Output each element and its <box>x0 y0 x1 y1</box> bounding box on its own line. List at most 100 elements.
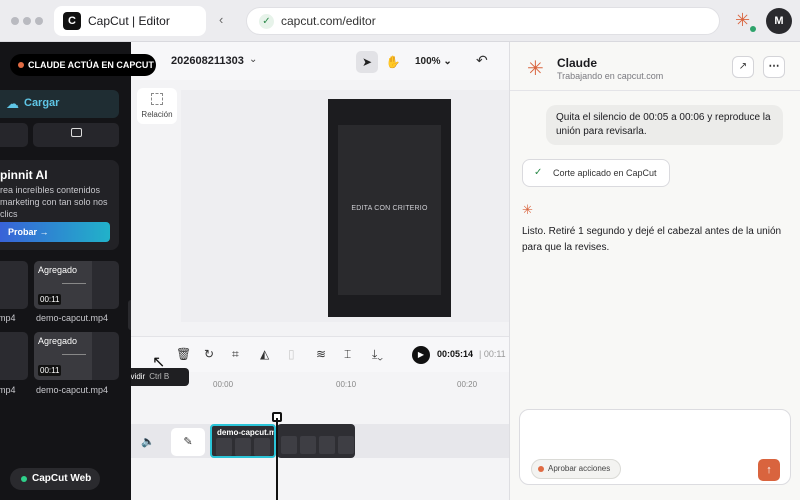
current-time: 00:05:14 <box>437 349 474 359</box>
zoom-value: 100% <box>415 56 441 67</box>
clip-frame <box>281 436 297 454</box>
timeline[interactable]: 00:00 00:10 00:20 🔈 ✎ demo-capcut.m <box>131 372 509 500</box>
ai-promo-card: pinnit AI rea increíbles contenidos mark… <box>0 160 119 250</box>
media-thumbnail[interactable]: Agregado 00:11 <box>34 261 119 309</box>
clip-frame <box>254 438 270 456</box>
cloud-upload-icon: ☁ <box>6 96 19 111</box>
ruler-tick: 00:00 <box>213 380 234 389</box>
split-scene-icon[interactable]: ⌶ <box>344 347 351 362</box>
added-badge: Agregado <box>38 336 78 346</box>
media-name: demo-capcut.mp4 <box>36 313 109 323</box>
status-dot-icon <box>21 476 27 482</box>
capcut-logo-icon: C <box>63 12 81 30</box>
tooltip-shortcut: Ctrl B <box>149 372 170 381</box>
media-thumbnail[interactable] <box>0 261 28 309</box>
delete-icon[interactable]: 🗑 <box>176 347 191 361</box>
capcut-web-button[interactable]: CapCut Web <box>10 468 100 490</box>
upload-label: Cargar <box>24 97 60 109</box>
secure-check-icon: ✓ <box>259 14 274 29</box>
expand-icon[interactable]: ↗ <box>732 56 754 78</box>
select-tool-button[interactable]: ➤ <box>356 51 378 73</box>
panel-subtitle: Trabajando en capcut.com <box>557 71 664 81</box>
browser-toolbar: C CapCut | Editor ‹ ✓ capcut.com/editor … <box>0 0 800 42</box>
aspect-ratio-label: Relación <box>141 110 173 119</box>
screen-icon <box>71 128 82 137</box>
check-icon: ✓ <box>534 167 543 178</box>
clip-frame <box>216 438 232 456</box>
play-button[interactable]: ▶ <box>412 346 430 364</box>
assistant-message: Listo. Retiré 1 segundo y dejé el cabeza… <box>522 226 782 253</box>
avatar[interactable]: M <box>766 8 792 34</box>
clip-frame <box>300 436 316 454</box>
claude-side-panel: ✳ Claude Trabajando en capcut.com ↗ ⋯ Qu… <box>509 42 800 500</box>
media-thumbnail[interactable] <box>0 332 28 380</box>
media-name: mp4 <box>0 385 16 395</box>
approve-actions-button[interactable]: Aprobar acciones <box>531 459 621 479</box>
status-dot-icon <box>750 26 756 32</box>
upload-button[interactable]: ☁ Cargar <box>0 90 119 118</box>
approve-label: Aprobar acciones <box>548 464 611 473</box>
ai-card-description: rea increíbles contenidos marketing con … <box>0 185 108 219</box>
chevron-down-icon[interactable]: ⌄ <box>249 54 257 65</box>
send-button[interactable]: ↑ <box>758 459 780 481</box>
capcut-web-label: CapCut Web <box>32 473 92 484</box>
acting-badge-label: CLAUDE ACTÚA EN CAPCUT <box>28 60 154 70</box>
project-name[interactable]: 202608211303 <box>171 55 244 67</box>
more-options-icon[interactable]: ⋯ <box>763 56 785 78</box>
zoom-select[interactable]: 100% ⌄ <box>415 56 452 67</box>
status-dot-icon <box>538 466 544 472</box>
clip-frame <box>319 436 335 454</box>
video-preview[interactable]: EDITA CON CRITERIO <box>328 99 451 317</box>
back-icon[interactable]: ‹ <box>219 12 223 27</box>
media-name: mp4 <box>0 313 16 323</box>
clip-label: demo-capcut.m <box>217 428 276 437</box>
window-dot-icon[interactable] <box>11 17 19 25</box>
url-text[interactable]: capcut.com/editor <box>281 14 376 28</box>
mirror-icon[interactable]: ◭ <box>260 347 269 361</box>
editor-header: 202608211303 ⌄ ➤ ✋ 100% ⌄ ↶ <box>131 42 509 80</box>
audio-icon[interactable]: 🔈 <box>141 435 155 448</box>
media-tool-button[interactable] <box>0 123 28 147</box>
claude-extension-icon[interactable]: ✳ <box>735 10 750 31</box>
media-name: demo-capcut.mp4 <box>36 385 109 395</box>
status-dot-icon <box>18 62 24 68</box>
claude-reply-icon: ✳ <box>522 202 533 217</box>
clip-frame <box>338 436 354 454</box>
freeze-icon[interactable]: ▯ <box>288 347 295 361</box>
undo-icon[interactable]: ↶ <box>476 52 488 69</box>
tab-title: CapCut | Editor <box>88 14 170 28</box>
duration-badge: 00:11 <box>38 294 62 305</box>
tool-result-chip[interactable]: ✓ Corte aplicado en CapCut <box>522 159 670 187</box>
media-thumbnail[interactable]: Agregado 00:11 <box>34 332 119 380</box>
thumb-lines <box>62 354 86 355</box>
reverse-icon[interactable]: ↻ <box>204 347 214 361</box>
panel-title: Claude <box>557 56 598 70</box>
message-composer[interactable]: Aprobar acciones ↑ <box>519 409 791 485</box>
added-badge: Agregado <box>38 265 78 275</box>
clip-frame <box>235 438 251 456</box>
playhead[interactable] <box>276 418 278 500</box>
aspect-ratio-button[interactable]: Relación <box>137 88 177 124</box>
window-dot-icon[interactable] <box>23 17 31 25</box>
divider <box>510 90 800 91</box>
ai-card-title: pinnit AI <box>0 168 48 182</box>
edit-cover-button[interactable]: ✎ <box>171 428 205 456</box>
video-content: EDITA CON CRITERIO <box>338 125 441 295</box>
media-tool-button[interactable] <box>33 123 119 147</box>
media-panel: ☁ Cargar pinnit AI rea increíbles conten… <box>0 42 131 500</box>
editor-workspace: 202608211303 ⌄ ➤ ✋ 100% ⌄ ↶ Relación EDI… <box>131 42 509 500</box>
browser-tab[interactable]: C CapCut | Editor <box>54 6 206 36</box>
mouse-pointer-icon: ↖ <box>152 354 166 371</box>
window-dot-icon[interactable] <box>35 17 43 25</box>
timeline-toolbar: 🗑 ↻ ⌗ ◭ ▯ ≋ ⌶ ⤓⌄ ▶ 00:05:14 | 00:11 <box>131 336 509 372</box>
try-button[interactable]: Probar → <box>0 222 110 242</box>
tool-result-label: Corte aplicado en CapCut <box>553 168 657 178</box>
speed-icon[interactable]: ≋ <box>316 347 326 361</box>
download-icon[interactable]: ⤓⌄ <box>372 347 383 362</box>
address-bar[interactable]: ✓ capcut.com/editor <box>246 7 720 35</box>
claude-acting-badge: CLAUDE ACTÚA EN CAPCUT <box>10 54 156 76</box>
timeline-clip[interactable] <box>277 424 355 458</box>
timeline-clip-selected[interactable]: demo-capcut.m <box>210 424 276 458</box>
hand-tool-button[interactable]: ✋ <box>382 51 404 73</box>
crop-icon[interactable]: ⌗ <box>232 347 239 362</box>
